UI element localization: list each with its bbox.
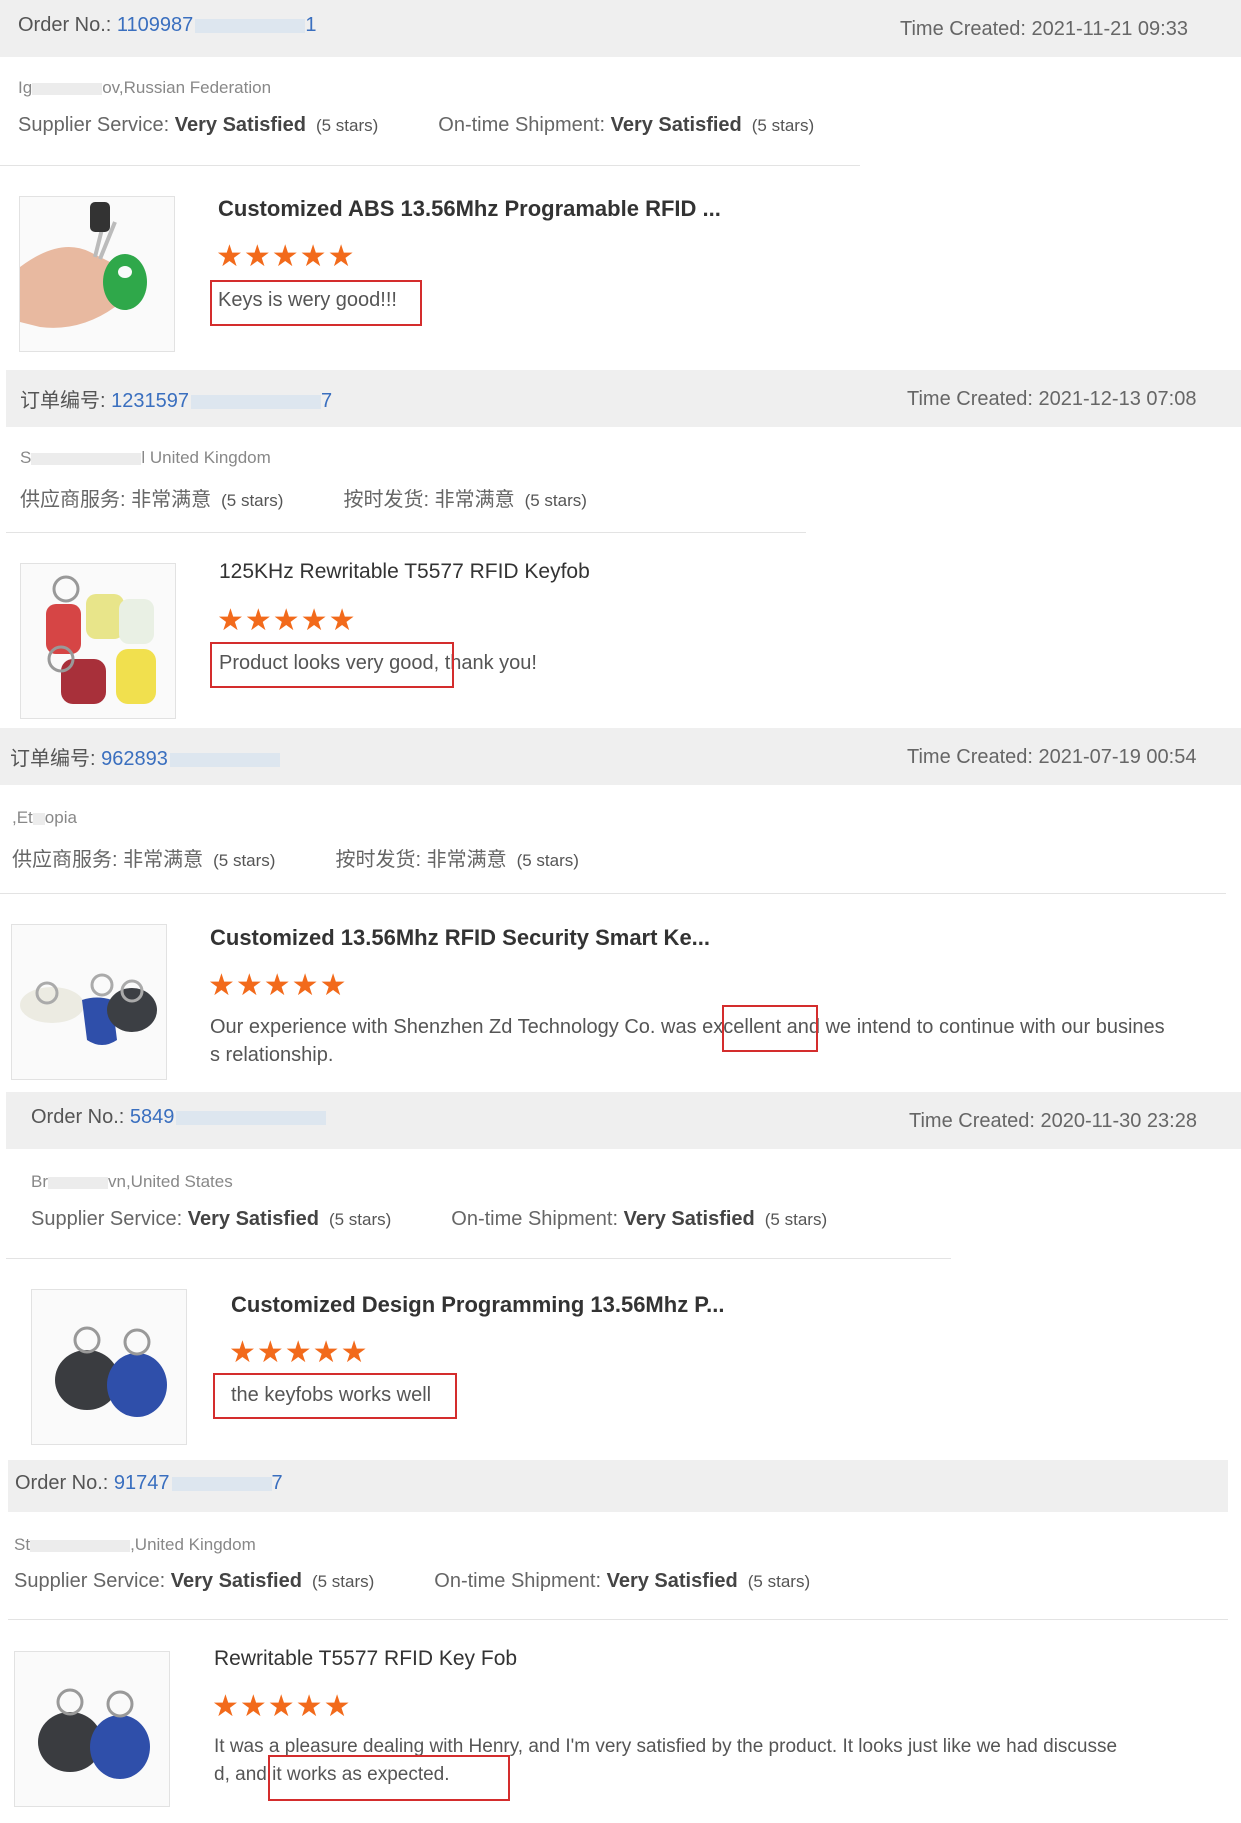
- order-header: Order No.: 5849 Time Created: 2020-11-30…: [6, 1092, 1241, 1149]
- rating-stars: ★★★★★: [217, 604, 357, 637]
- highlight-box: [213, 1373, 457, 1419]
- service-ratings: Supplier Service: Very Satisfied (5 stars…: [31, 1208, 828, 1230]
- buyer-location: St ,United Kingdom: [14, 1535, 256, 1554]
- black-blue-keyfobs-image: [32, 1290, 186, 1444]
- black-blue-keyfobs-image: [15, 1652, 169, 1806]
- product-title[interactable]: 125KHz Rewritable T5577 RFID Keyfob: [219, 560, 590, 584]
- highlight-box: [268, 1755, 510, 1801]
- green-keyfob-image: [20, 197, 174, 351]
- product-title[interactable]: Customized 13.56Mhz RFID Security Smart …: [210, 925, 710, 951]
- highlight-box: [722, 1005, 818, 1052]
- time-created: Time Created: 2021-11-21 09:33: [900, 18, 1188, 40]
- rating-stars: ★★★★★: [229, 1336, 369, 1369]
- service-ratings: 供应商服务: 非常满意 (5 stars) 按时发货: 非常满意 (5 stars): [20, 489, 587, 511]
- time-created: Time Created: 2020-11-30 23:28: [909, 1110, 1197, 1132]
- buyer-location: Br vn,United States: [31, 1172, 233, 1191]
- buyer-location: ,Et opia: [12, 808, 77, 827]
- product-image[interactable]: [11, 924, 167, 1080]
- time-created: Time Created: 2021-07-19 00:54: [907, 746, 1197, 768]
- review-comment: Our experience with Shenzhen Zd Technolo…: [210, 1016, 1165, 1066]
- divider: [0, 893, 1226, 894]
- product-image[interactable]: [31, 1289, 187, 1445]
- service-ratings: 供应商服务: 非常满意 (5 stars) 按时发货: 非常满意 (5 stars): [12, 849, 579, 871]
- product-title[interactable]: Customized ABS 13.56Mhz Programable RFID…: [218, 196, 721, 222]
- order-header: Order No.: 91747 7: [8, 1460, 1228, 1512]
- order-header: 订单编号: 1231597 7 Time Created: 2021-12-13 …: [6, 370, 1241, 427]
- order-number: 订单编号: 1231597 7: [20, 390, 333, 412]
- order-number: Order No.: 5849: [31, 1106, 327, 1129]
- highlight-box: [210, 642, 454, 688]
- order-header: Order No.: 1109987 1 Time Created: 2021-1…: [0, 0, 1241, 57]
- rating-stars: ★★★★★: [216, 240, 356, 273]
- divider: [6, 532, 806, 533]
- product-image[interactable]: [19, 196, 175, 352]
- divider: [0, 165, 860, 166]
- product-title[interactable]: Rewritable T5577 RFID Key Fob: [214, 1647, 517, 1671]
- order-header: 订单编号: 962893 Time Created: 2021-07-19 00…: [0, 728, 1241, 785]
- product-image[interactable]: [20, 563, 176, 719]
- colored-keyfobs-image: [21, 564, 175, 718]
- divider: [8, 1619, 1228, 1620]
- order-number: Order No.: 91747 7: [15, 1472, 283, 1494]
- highlight-box: [210, 280, 422, 326]
- order-number: Order No.: 1109987 1: [18, 14, 317, 36]
- service-ratings: Supplier Service: Very Satisfied (5 stars…: [18, 114, 815, 136]
- product-image[interactable]: [14, 1651, 170, 1807]
- rating-stars: ★★★★★: [212, 1690, 352, 1723]
- buyer-location: Sl United Kingdom: [20, 448, 271, 467]
- service-ratings: Supplier Service: Very Satisfied (5 stars…: [14, 1570, 811, 1592]
- buyer-location: Ig ov,Russian Federation: [18, 78, 272, 97]
- time-created: Time Created: 2021-12-13 07:08: [907, 388, 1197, 410]
- product-title[interactable]: Customized Design Programming 13.56Mhz P…: [231, 1292, 725, 1318]
- order-number: 订单编号: 962893: [10, 742, 280, 771]
- rating-stars: ★★★★★: [208, 969, 348, 1002]
- divider: [6, 1258, 951, 1259]
- rfid-keyfobs-image: [12, 925, 166, 1079]
